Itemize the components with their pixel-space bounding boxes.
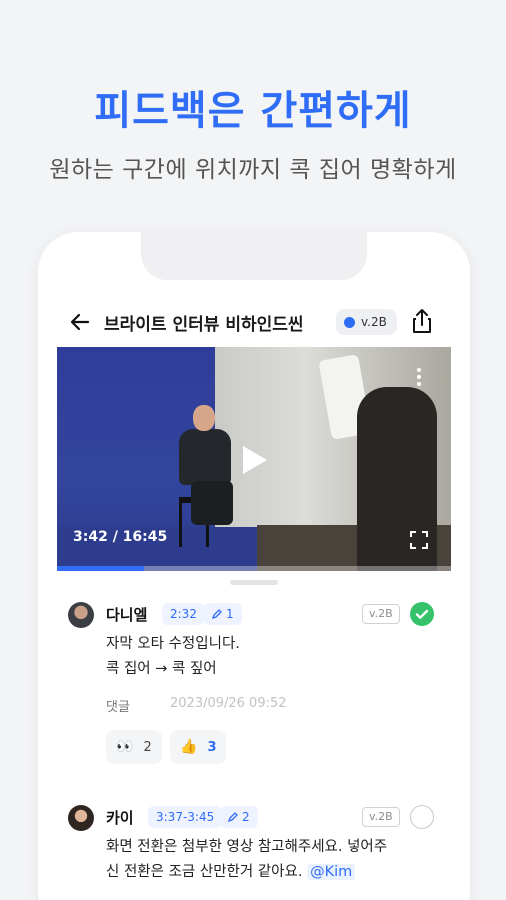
video-progress-fill <box>57 566 144 571</box>
comment-item: 다니엘 2:32 1 v.2B 자막 오타 수정입니다. 콕 집어 → 콕 짚어… <box>68 602 440 772</box>
interviewee <box>175 405 235 525</box>
resolve-circle-icon[interactable] <box>410 805 434 829</box>
comment-item: 카이 3:37-3:45 2 v.2B 화면 전환은 첨부한 영상 참고해주세요… <box>68 805 440 900</box>
play-icon[interactable] <box>243 446 267 474</box>
eyes-icon: 👀 <box>116 739 134 755</box>
version-label: v.2B <box>361 315 387 329</box>
app-bar: 브라이트 인터뷰 비하인드씬 v.2B <box>38 304 470 340</box>
video-time: 3:42 / 16:45 <box>73 529 168 545</box>
comment-text: 자막 오타 수정입니다. 콕 집어 → 콕 짚어 <box>106 632 240 682</box>
reaction-count: 3 <box>207 739 217 755</box>
version-dot-icon <box>344 316 355 328</box>
resolved-check-icon[interactable] <box>410 602 434 626</box>
reply-button[interactable]: 댓글 <box>106 696 130 715</box>
back-arrow-icon[interactable] <box>66 308 94 336</box>
avatar <box>68 805 94 831</box>
comment-line: 자막 오타 수정입니다. <box>106 636 240 652</box>
comment-line-text: 신 전환은 조금 산만한거 같아요. <box>106 864 303 880</box>
subheadline: 원하는 구간에 위치까지 콕 집어 명확하게 <box>49 157 457 183</box>
reaction-count: 2 <box>143 739 152 755</box>
timestamp-chip[interactable]: 2:32 <box>162 603 205 625</box>
comment-version-tag: v.2B <box>362 604 400 624</box>
phone-frame: 브라이트 인터뷰 비하인드씬 v.2B 3:42 / 16:45 다니엘 2:3… <box>38 232 470 900</box>
comment-version-tag: v.2B <box>362 807 400 827</box>
avatar <box>68 602 94 628</box>
drawing-count: 2 <box>242 810 250 824</box>
video-player[interactable]: 3:42 / 16:45 <box>57 347 451 571</box>
drawing-chip[interactable]: 2 <box>220 806 258 828</box>
comment-author: 카이 <box>106 809 134 827</box>
comment-line: 콕 집어 → 콕 짚어 <box>106 661 217 677</box>
pencil-icon <box>212 609 222 619</box>
comment-line: 화면 전환은 첨부한 영상 참고해주세요. 넣어주 <box>106 839 388 855</box>
drawing-count: 1 <box>226 607 234 621</box>
comment-text: 화면 전환은 첨부한 영상 참고해주세요. 넣어주 신 전환은 조금 산만한거 … <box>106 835 387 885</box>
timestamp-chip[interactable]: 3:37-3:45 <box>148 806 223 828</box>
headline: 피드백은 간편하게 <box>94 88 412 134</box>
fullscreen-icon[interactable] <box>410 531 428 549</box>
comment-line: 신 전환은 조금 산만한거 같아요. @Kim <box>106 860 387 885</box>
comment-date: 2023/09/26 09:52 <box>170 696 287 711</box>
thumbs-up-icon: 👍 <box>180 739 198 755</box>
version-selector[interactable]: v.2B <box>336 309 397 335</box>
drag-handle[interactable] <box>230 580 278 585</box>
mention-tag[interactable]: @Kim <box>307 864 356 880</box>
drawing-chip[interactable]: 1 <box>204 603 242 625</box>
pencil-icon <box>228 812 238 822</box>
phone-notch <box>141 232 367 280</box>
reaction-thumbs-up[interactable]: 👍 3 <box>170 730 227 764</box>
more-vertical-icon[interactable] <box>413 365 425 389</box>
video-progress-bar[interactable] <box>57 566 451 571</box>
page-title: 브라이트 인터뷰 비하인드씬 <box>104 315 304 335</box>
share-icon[interactable] <box>408 306 436 336</box>
reaction-eyes[interactable]: 👀 2 <box>106 730 162 764</box>
comment-author: 다니엘 <box>106 606 148 624</box>
